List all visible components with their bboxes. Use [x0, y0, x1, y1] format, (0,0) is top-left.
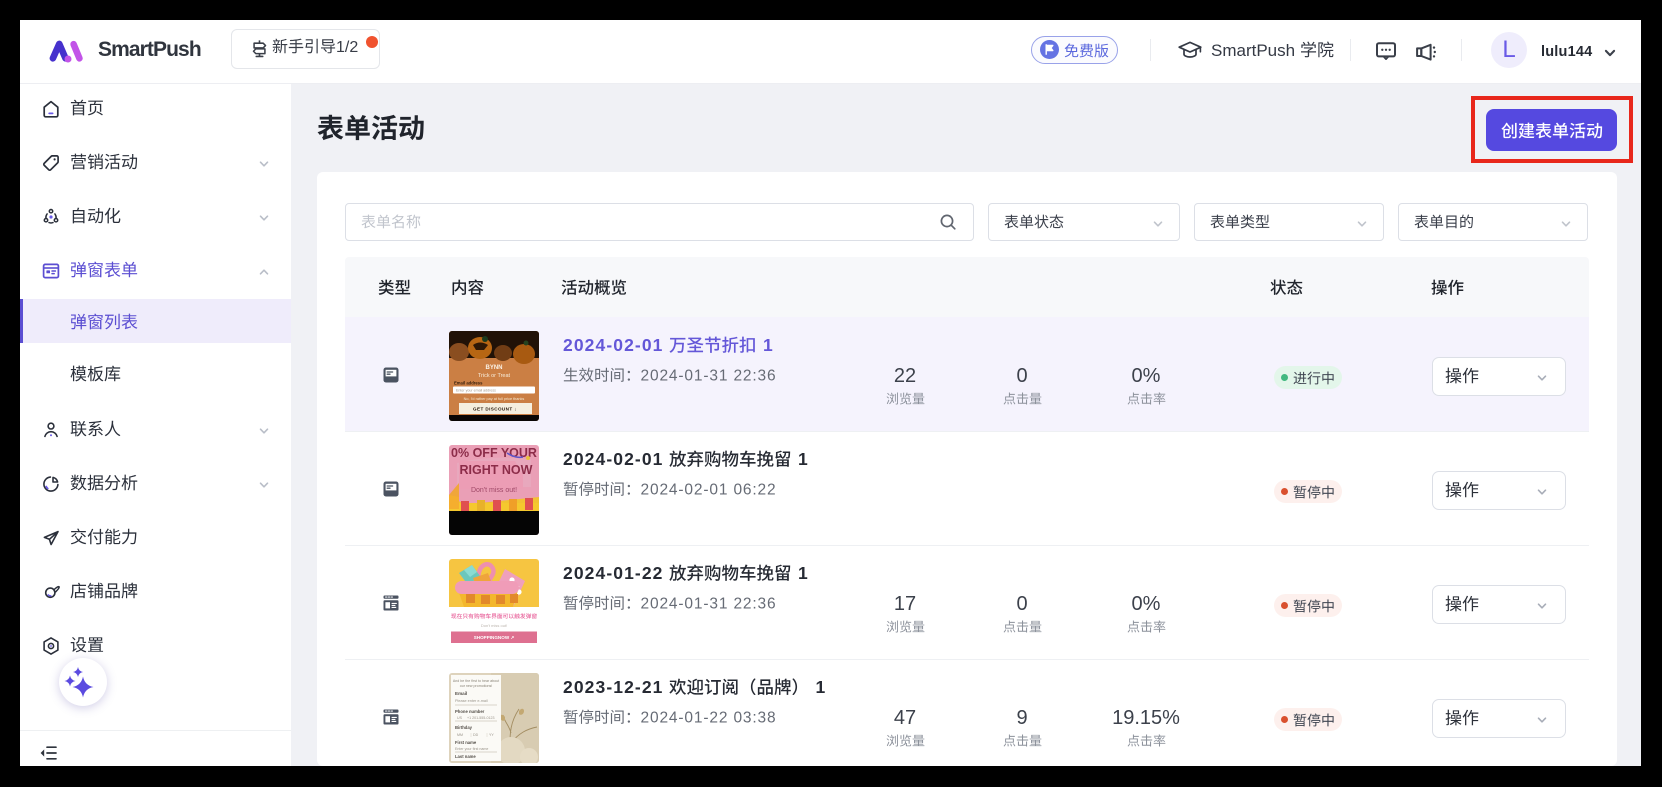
- svg-text:First name: First name: [455, 740, 477, 745]
- svg-text:Don't miss out!: Don't miss out!: [481, 623, 507, 628]
- svg-text:0% OFF YOUR: 0% OFF YOUR: [451, 446, 537, 460]
- svg-text:BYNN: BYNN: [485, 365, 502, 371]
- svg-text:DD: DD: [473, 733, 479, 737]
- svg-text:YY: YY: [489, 733, 494, 737]
- svg-text:Enter your email address: Enter your email address: [456, 389, 496, 393]
- svg-text:US: US: [457, 716, 463, 720]
- svg-text:And be the first to hear about: And be the first to hear about: [453, 679, 499, 683]
- svg-text:RIGHT NOW: RIGHT NOW: [460, 463, 533, 477]
- svg-text:SHOPPINGNOW ↗: SHOPPINGNOW ↗: [474, 635, 515, 640]
- svg-text:Trick or Treat: Trick or Treat: [478, 373, 511, 379]
- svg-text:Please enter e-mail: Please enter e-mail: [455, 699, 488, 703]
- svg-text:GET DISCOUNT ↓: GET DISCOUNT ↓: [473, 407, 517, 412]
- svg-text:Email address: Email address: [454, 381, 483, 386]
- svg-text:+1 201-555-0123: +1 201-555-0123: [467, 716, 494, 720]
- svg-text:Enter your first name: Enter your first name: [455, 747, 488, 751]
- svg-text:No, I'd rather pay at full pri: No, I'd rather pay at full price thanks: [464, 397, 525, 401]
- svg-text:Don't miss out!: Don't miss out!: [471, 487, 517, 494]
- svg-text:Email: Email: [455, 691, 467, 696]
- svg-text:Birthday: Birthday: [455, 725, 473, 730]
- svg-text:our new promotions!: our new promotions!: [460, 684, 493, 688]
- svg-text:MM: MM: [457, 733, 463, 737]
- svg-text:Phone number: Phone number: [455, 709, 485, 714]
- svg-text:Last name: Last name: [455, 754, 476, 759]
